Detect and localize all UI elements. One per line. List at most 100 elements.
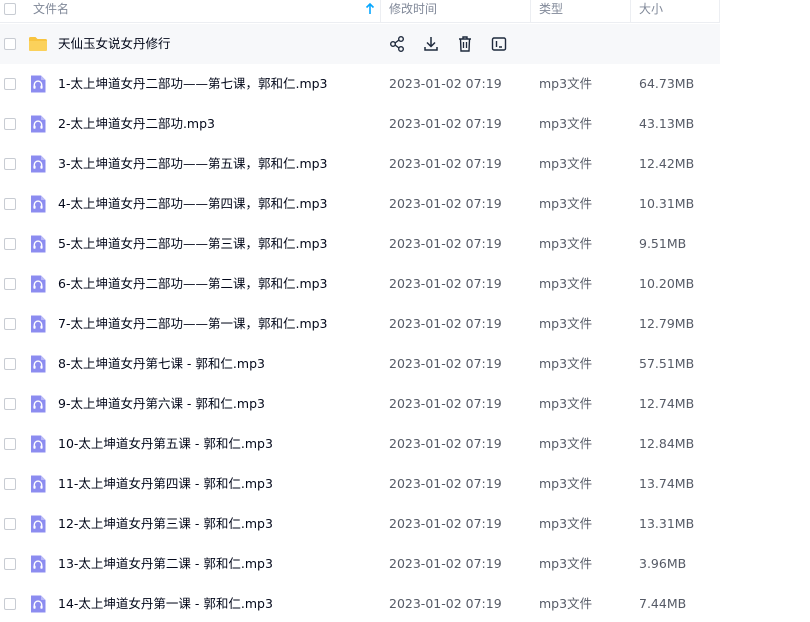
audio-file-icon (31, 315, 46, 333)
file-name[interactable]: 10-太上坤道女丹第五课 - 郭和仁.mp3 (58, 424, 273, 464)
column-header-name[interactable]: 文件名 (33, 0, 69, 22)
modified-time: 2023-01-02 07:19 (389, 76, 502, 91)
file-size: 12.42MB (639, 156, 695, 171)
row-checkbox[interactable] (4, 278, 16, 290)
delete-icon[interactable] (456, 34, 474, 54)
file-name[interactable]: 12-太上坤道女丹第三课 - 郭和仁.mp3 (58, 504, 273, 544)
modified-time: 2023-01-02 07:19 (389, 156, 502, 171)
column-header-type[interactable]: 类型 (539, 0, 563, 22)
file-type: mp3文件 (539, 396, 593, 411)
file-size: 10.31MB (639, 196, 695, 211)
file-type: mp3文件 (539, 196, 593, 211)
audio-file-icon (31, 595, 46, 613)
file-size: 7.44MB (639, 596, 687, 611)
file-type: mp3文件 (539, 476, 593, 491)
file-row[interactable]: 1-太上坤道女丹二部功——第七课，郭和仁.mp3 2023-01-02 07:1… (0, 64, 720, 104)
select-all-checkbox[interactable] (4, 3, 16, 15)
share-icon[interactable] (388, 34, 406, 54)
download-icon[interactable] (422, 34, 440, 54)
file-name[interactable]: 7-太上坤道女丹二部功——第一课，郭和仁.mp3 (58, 304, 328, 344)
row-checkbox[interactable] (4, 518, 16, 530)
file-name[interactable]: 9-太上坤道女丹第六课 - 郭和仁.mp3 (58, 384, 265, 424)
row-checkbox[interactable] (4, 78, 16, 90)
file-size: 3.96MB (639, 556, 687, 571)
row-checkbox[interactable] (4, 398, 16, 410)
file-name[interactable]: 8-太上坤道女丹第七课 - 郭和仁.mp3 (58, 344, 265, 384)
row-checkbox[interactable] (4, 438, 16, 450)
file-row[interactable]: 12-太上坤道女丹第三课 - 郭和仁.mp3 2023-01-02 07:19 … (0, 504, 720, 544)
file-name[interactable]: 5-太上坤道女丹二部功——第三课，郭和仁.mp3 (58, 224, 328, 264)
file-size: 13.74MB (639, 476, 695, 491)
column-divider (719, 0, 720, 22)
more-icon[interactable] (490, 34, 508, 54)
column-divider[interactable] (530, 0, 531, 22)
file-row[interactable]: 9-太上坤道女丹第六课 - 郭和仁.mp3 2023-01-02 07:19 m… (0, 384, 720, 424)
folder-name[interactable]: 天仙玉女说女丹修行 (58, 24, 171, 64)
audio-file-icon (31, 395, 46, 413)
modified-time: 2023-01-02 07:19 (389, 396, 502, 411)
file-type: mp3文件 (539, 316, 593, 331)
column-header-size[interactable]: 大小 (639, 0, 663, 22)
sort-ascending-icon[interactable] (365, 2, 375, 16)
file-row[interactable]: 5-太上坤道女丹二部功——第三课，郭和仁.mp3 2023-01-02 07:1… (0, 224, 720, 264)
modified-time: 2023-01-02 07:19 (389, 276, 502, 291)
audio-file-icon (31, 275, 46, 293)
row-checkbox[interactable] (4, 118, 16, 130)
audio-file-icon (31, 515, 46, 533)
file-row[interactable]: 7-太上坤道女丹二部功——第一课，郭和仁.mp3 2023-01-02 07:1… (0, 304, 720, 344)
file-name[interactable]: 4-太上坤道女丹二部功——第四课，郭和仁.mp3 (58, 184, 328, 224)
file-row[interactable]: 14-太上坤道女丹第一课 - 郭和仁.mp3 2023-01-02 07:19 … (0, 584, 720, 622)
column-divider[interactable] (380, 0, 381, 22)
row-checkbox[interactable] (4, 558, 16, 570)
row-checkbox[interactable] (4, 478, 16, 490)
file-name[interactable]: 13-太上坤道女丹第二课 - 郭和仁.mp3 (58, 544, 273, 584)
row-checkbox[interactable] (4, 318, 16, 330)
file-name[interactable]: 6-太上坤道女丹二部功——第二课，郭和仁.mp3 (58, 264, 328, 304)
modified-time: 2023-01-02 07:19 (389, 596, 502, 611)
file-row[interactable]: 2-太上坤道女丹二部功.mp3 2023-01-02 07:19 mp3文件 4… (0, 104, 720, 144)
modified-time: 2023-01-02 07:19 (389, 556, 502, 571)
file-size: 12.84MB (639, 436, 695, 451)
audio-file-icon (31, 75, 46, 93)
file-size: 12.74MB (639, 396, 695, 411)
file-row[interactable]: 6-太上坤道女丹二部功——第二课，郭和仁.mp3 2023-01-02 07:1… (0, 264, 720, 304)
row-checkbox[interactable] (4, 358, 16, 370)
file-row[interactable]: 11-太上坤道女丹第四课 - 郭和仁.mp3 2023-01-02 07:19 … (0, 464, 720, 504)
file-type: mp3文件 (539, 236, 593, 251)
modified-time: 2023-01-02 07:19 (389, 516, 502, 531)
modified-time: 2023-01-02 07:19 (389, 316, 502, 331)
file-type: mp3文件 (539, 516, 593, 531)
file-row[interactable]: 4-太上坤道女丹二部功——第四课，郭和仁.mp3 2023-01-02 07:1… (0, 184, 720, 224)
file-name[interactable]: 1-太上坤道女丹二部功——第七课，郭和仁.mp3 (58, 64, 328, 104)
audio-file-icon (31, 355, 46, 373)
row-checkbox[interactable] (4, 158, 16, 170)
row-checkbox[interactable] (4, 598, 16, 610)
file-name[interactable]: 3-太上坤道女丹二部功——第五课，郭和仁.mp3 (58, 144, 328, 184)
file-type: mp3文件 (539, 596, 593, 611)
folder-icon (29, 37, 47, 51)
file-row[interactable]: 8-太上坤道女丹第七课 - 郭和仁.mp3 2023-01-02 07:19 m… (0, 344, 720, 384)
file-row[interactable]: 10-太上坤道女丹第五课 - 郭和仁.mp3 2023-01-02 07:19 … (0, 424, 720, 464)
file-name[interactable]: 14-太上坤道女丹第一课 - 郭和仁.mp3 (58, 584, 273, 622)
modified-time: 2023-01-02 07:19 (389, 116, 502, 131)
file-size: 12.79MB (639, 316, 695, 331)
file-size: 43.13MB (639, 116, 695, 131)
file-name[interactable]: 2-太上坤道女丹二部功.mp3 (58, 104, 215, 144)
column-header-time[interactable]: 修改时间 (389, 0, 437, 22)
file-row[interactable]: 13-太上坤道女丹第二课 - 郭和仁.mp3 2023-01-02 07:19 … (0, 544, 720, 584)
file-row[interactable]: 3-太上坤道女丹二部功——第五课，郭和仁.mp3 2023-01-02 07:1… (0, 144, 720, 184)
file-type: mp3文件 (539, 556, 593, 571)
row-checkbox[interactable] (4, 238, 16, 250)
file-type: mp3文件 (539, 276, 593, 291)
row-checkbox[interactable] (4, 38, 16, 50)
file-type: mp3文件 (539, 76, 593, 91)
file-name[interactable]: 11-太上坤道女丹第四课 - 郭和仁.mp3 (58, 464, 273, 504)
audio-file-icon (31, 235, 46, 253)
column-divider[interactable] (630, 0, 631, 22)
row-checkbox[interactable] (4, 198, 16, 210)
file-type: mp3文件 (539, 436, 593, 451)
file-list-header: 文件名 修改时间 类型 大小 (0, 0, 720, 23)
audio-file-icon (31, 115, 46, 133)
folder-row[interactable]: 天仙玉女说女丹修行 (0, 24, 720, 64)
file-size: 64.73MB (639, 76, 695, 91)
